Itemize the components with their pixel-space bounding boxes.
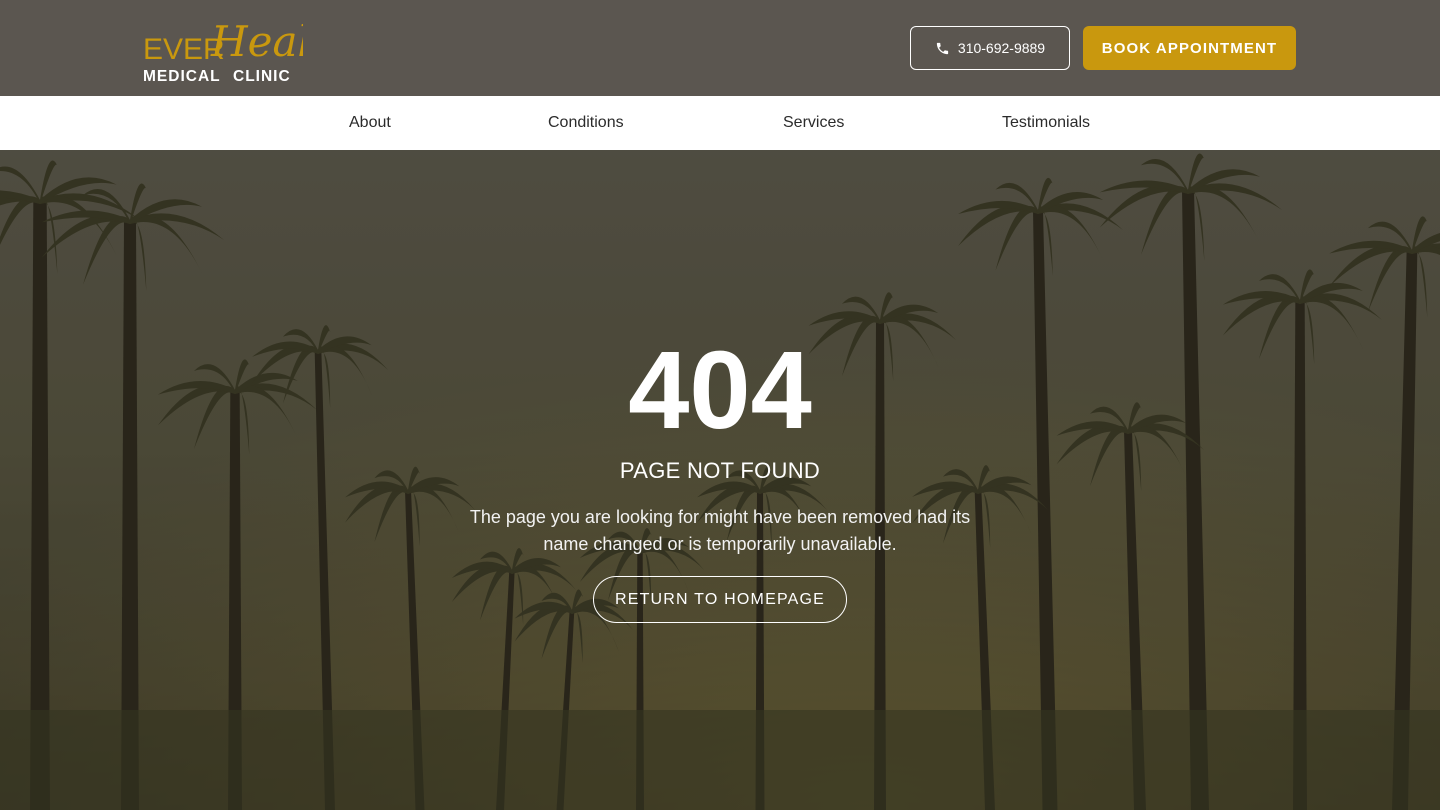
book-appointment-button[interactable]: BOOK APPOINTMENT [1083,26,1296,70]
nav-item-testimonials[interactable]: Testimonials [1002,96,1090,150]
nav-item-about[interactable]: About [349,96,391,150]
main-nav: About Conditions Services Testimonials [0,96,1440,150]
return-to-homepage-button[interactable]: RETURN TO HOMEPAGE [593,576,847,623]
logo-word-heal: Heal [210,17,303,66]
nav-item-services[interactable]: Services [783,96,844,150]
logo-word-medical: MEDICAL [143,68,221,85]
everheal-logo[interactable]: EVER Heal MEDICAL CLINIC [143,12,303,86]
logo-word-clinic: CLINIC [233,68,291,85]
error-content: 404 PAGE NOT FOUND The page you are look… [0,150,1440,810]
error-title: PAGE NOT FOUND [619,458,821,483]
error-message: The page you are looking for might have … [469,507,971,554]
site-header: EVER Heal MEDICAL CLINIC 310-692-9889 BO… [0,0,1440,96]
phone-icon [935,41,950,56]
call-phone-button[interactable]: 310-692-9889 [910,26,1070,70]
nav-item-conditions[interactable]: Conditions [548,96,624,150]
phone-number-label: 310-692-9889 [957,40,1046,56]
error-code: 404 [628,329,812,452]
